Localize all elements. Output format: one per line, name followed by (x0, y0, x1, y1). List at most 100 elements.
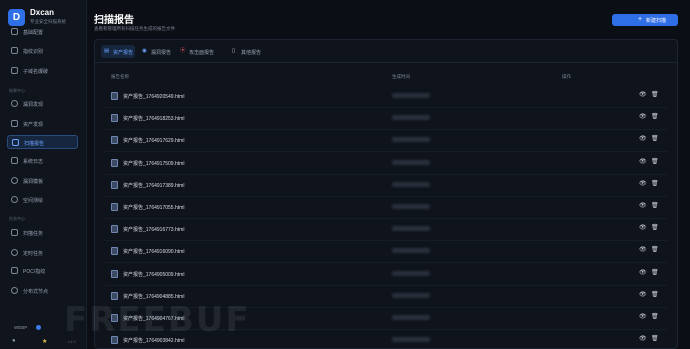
generated-time-redacted (392, 337, 430, 343)
table-row[interactable]: 资产报告_1764916090.html 👁︎ 🗑︎ (105, 240, 667, 264)
delete-icon[interactable]: 🗑︎ (651, 202, 659, 210)
sidebar-item-scheduled-tasks[interactable]: 定时任务 (7, 246, 78, 260)
delete-icon[interactable]: 🗑︎ (651, 335, 659, 343)
poc-icon (11, 267, 18, 274)
app-logo: D (8, 9, 25, 26)
view-icon[interactable]: 👁︎ (639, 225, 647, 232)
sidebar-item-scan-reports[interactable]: 扫描报告 (7, 135, 78, 149)
table-row[interactable]: 资产报告_1764917389.html 👁︎ 🗑︎ (105, 174, 667, 197)
sidebar-item-scan-tasks[interactable]: 扫描任务 (7, 226, 78, 240)
view-icon[interactable]: 👁︎ (639, 203, 647, 210)
node-icon (11, 287, 18, 294)
delete-icon[interactable]: 🗑︎ (651, 91, 659, 99)
delete-icon[interactable]: 🗑︎ (651, 113, 659, 121)
sidebar-item-label: 漏洞模板 (23, 179, 44, 185)
tab-label: 漏洞报告 (151, 50, 172, 56)
delete-icon[interactable]: 🗑︎ (651, 313, 659, 321)
html-file-icon (111, 203, 118, 211)
html-file-icon (111, 225, 118, 234)
view-icon[interactable]: 👁︎ (639, 136, 647, 143)
view-icon[interactable]: 👁︎ (639, 114, 647, 121)
report-file-name[interactable]: 资产报告_1764917389.html (123, 182, 184, 189)
table-row[interactable]: 资产报告_1764917629.html 👁︎ 🗑︎ (105, 129, 667, 153)
report-file-name[interactable]: 资产报告_1764904885.html (123, 293, 184, 300)
sidebar-item-subdomain[interactable]: 子域名爆破 (7, 64, 78, 78)
sidebar-item-base-config[interactable]: 基础配置 (7, 25, 78, 39)
column-header-time: 生成时间 (392, 74, 410, 79)
table-row[interactable]: 资产报告_1764918253.html 👁︎ 🗑︎ (105, 107, 667, 131)
generated-time-redacted (392, 315, 430, 320)
sidebar-item-poc-fingerprint[interactable]: POC/指纹 (7, 264, 78, 278)
view-icon[interactable]: 👁︎ (639, 159, 647, 166)
template-icon (11, 177, 18, 184)
generated-time-redacted (392, 270, 430, 276)
sidebar-item-vulns[interactable]: 漏洞发现 (7, 97, 78, 111)
table-row[interactable]: 资产报告_1764917055.html 👁︎ 🗑︎ (105, 196, 667, 219)
html-file-icon (111, 92, 118, 100)
sidebar-item-assets[interactable]: 资产发现 (7, 117, 78, 131)
view-icon[interactable]: 👁︎ (639, 92, 647, 99)
table-row[interactable]: 资产报告_1764905009.html 👁︎ 🗑︎ (105, 263, 667, 286)
sidebar-item-label: 基础配置 (23, 30, 44, 36)
report-file-name[interactable]: 资产报告_1764917509.html (123, 160, 184, 167)
report-file-name[interactable]: 资产报告_1764916773.html (123, 226, 184, 233)
delete-icon[interactable]: 🗑︎ (651, 135, 659, 143)
star-icon[interactable]: ★ (42, 338, 47, 345)
report-file-name[interactable]: 资产报告_1764917055.html (123, 204, 184, 211)
table-row[interactable]: 资产报告_1764916773.html 👁︎ 🗑︎ (105, 218, 667, 242)
tab-asset-reports[interactable]: ▤ 资产报告 (101, 45, 135, 58)
column-header-actions: 操作 (562, 74, 571, 79)
tab-vuln-reports[interactable]: ◉ 漏洞报告 (139, 45, 175, 58)
footer-text: WEBP (14, 325, 28, 330)
delete-icon[interactable]: 🗑︎ (651, 269, 659, 277)
delete-icon[interactable]: 🗑︎ (651, 224, 659, 232)
new-scan-button-label: 新建扫描 (646, 18, 667, 24)
new-scan-button[interactable]: + 新建扫描 (612, 14, 678, 26)
sidebar-item-space-mapping[interactable]: 空间测绘 (7, 193, 78, 207)
report-file-name[interactable]: 资产报告_1764917629.html (123, 137, 184, 144)
sidebar-item-label: 漏洞发现 (23, 102, 44, 108)
delete-icon[interactable]: 🗑︎ (651, 180, 659, 188)
delete-icon[interactable]: 🗑︎ (651, 246, 659, 254)
view-icon[interactable]: 👁︎ (639, 314, 647, 321)
view-icon[interactable]: 👁︎ (639, 292, 647, 299)
generated-time-redacted (392, 137, 430, 143)
sidebar-item-system-log[interactable]: 系统日志 (7, 154, 78, 168)
delete-icon[interactable]: 🗑︎ (651, 291, 659, 299)
html-file-icon (111, 247, 118, 256)
sidebar-item-label: 空间测绘 (23, 198, 44, 204)
view-icon[interactable]: 👁︎ (639, 270, 647, 277)
view-icon[interactable]: 👁︎ (639, 336, 647, 343)
sidebar-item-label: 定时任务 (23, 251, 44, 257)
settings-icon (11, 28, 18, 35)
generated-time-redacted (392, 181, 430, 187)
table-row[interactable]: 资产报告_1764920549.html 👁︎ 🗑︎ (105, 85, 667, 108)
view-icon[interactable]: 👁︎ (639, 247, 647, 254)
view-icon[interactable]: 👁︎ (639, 181, 647, 188)
clock-icon (11, 249, 18, 256)
report-file-name[interactable]: 资产报告_1764918253.html (123, 115, 184, 122)
log-icon (11, 157, 18, 164)
sidebar-item-vuln-templates[interactable]: 漏洞模板 (7, 174, 78, 188)
target-icon: ⦿ (180, 48, 186, 54)
tab-attack-surface-reports[interactable]: ⦿ 攻击面报告 (177, 45, 217, 58)
app-name: Dxcan (30, 8, 55, 17)
user-icon[interactable]: ● (12, 338, 16, 344)
html-file-icon (111, 158, 118, 167)
sidebar-item-label: 扫描报告 (24, 141, 45, 147)
table-row[interactable]: 资产报告_1764917509.html 👁︎ 🗑︎ (105, 152, 667, 175)
sidebar-item-distributed-nodes[interactable]: 分布式节点 (7, 284, 78, 298)
watermark-text: FREEBUF (64, 300, 251, 340)
report-file-name[interactable]: 资产报告_1764916090.html (123, 248, 184, 255)
report-file-name[interactable]: 资产报告_1764905009.html (123, 271, 184, 278)
shield-icon: ◉ (142, 48, 147, 54)
sidebar-item-fingerprint[interactable]: 指纹识别 (7, 44, 78, 58)
asset-icon (11, 120, 18, 127)
generated-time-redacted (392, 248, 430, 254)
tab-other-reports[interactable]: ▯ 其他报告 (229, 45, 263, 58)
report-file-name[interactable]: 资产报告_1764920549.html (123, 93, 184, 100)
sidebar-item-label: 子域名爆破 (23, 69, 49, 75)
delete-icon[interactable]: 🗑︎ (651, 158, 659, 166)
page-subtitle: 查看和管理所有扫描任务生成的报告文件 (94, 26, 175, 31)
generated-time-redacted (392, 204, 430, 209)
